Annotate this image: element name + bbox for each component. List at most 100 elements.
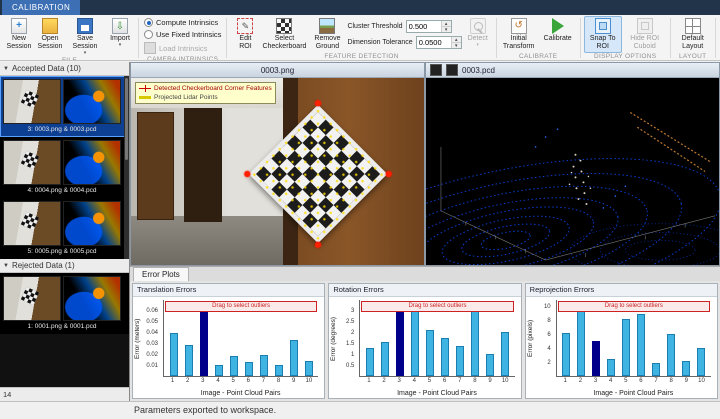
bar-pair-6[interactable]: [637, 314, 645, 376]
bar-pair-4[interactable]: [215, 365, 223, 376]
remove-ground-button[interactable]: Remove Ground: [308, 16, 346, 53]
point-cloud-view[interactable]: [426, 78, 719, 265]
cluster-threshold-label: Cluster Threshold: [347, 23, 402, 30]
select-checkerboard-button[interactable]: Select Checkerboard: [261, 16, 307, 53]
calibrate-play-icon: [552, 18, 564, 34]
new-session-button[interactable]: New Session: [4, 16, 34, 53]
bar-pair-2[interactable]: [381, 342, 389, 376]
x-tick-label: 3: [195, 378, 210, 386]
tab-calibration[interactable]: CALIBRATION: [2, 0, 80, 15]
browser-footer: 14: [0, 387, 129, 401]
bar-pair-3[interactable]: [200, 310, 208, 376]
tab-error-plots[interactable]: Error Plots: [133, 267, 189, 281]
cluster-threshold-input[interactable]: [407, 21, 441, 32]
checkerboard-thumb-icon: [21, 212, 40, 231]
bar-pair-8[interactable]: [275, 365, 283, 376]
bar-pair-5[interactable]: [230, 356, 238, 376]
rejected-data-header[interactable]: ▼ Rejected Data (1): [0, 259, 129, 273]
list-item[interactable]: 4: 0004.png & 0004.pcd: [0, 137, 129, 198]
default-layout-button[interactable]: Default Layout: [674, 16, 712, 53]
bar-pair-9[interactable]: [486, 354, 494, 376]
edit-roi-label: Edit ROI: [232, 35, 258, 51]
x-tick-label: 10: [694, 378, 709, 386]
edit-roi-button[interactable]: Edit ROI: [230, 16, 260, 53]
y-tick-label: 2: [547, 360, 550, 366]
bar-pair-6[interactable]: [441, 338, 449, 376]
bar-pair-5[interactable]: [622, 319, 630, 376]
status-message: Parameters exported to workspace.: [134, 405, 276, 415]
calibrate-button[interactable]: Calibrate: [539, 16, 577, 45]
chevron-down-icon: ▼: [3, 66, 9, 72]
camera-image-view[interactable]: Detected Checkerboard Corner Features Pr…: [131, 78, 424, 265]
y-tick-label: 0.04: [146, 330, 158, 336]
file-section-label: FILE: [4, 57, 135, 61]
open-session-button[interactable]: Open Session: [35, 16, 65, 53]
bar-pair-10[interactable]: [697, 348, 705, 376]
vertical-scrollbar[interactable]: [124, 76, 129, 259]
dimension-tolerance-stepper[interactable]: ▲▼: [451, 37, 461, 48]
list-item[interactable]: 5: 0005.png & 0005.pcd: [0, 198, 129, 259]
rotate-tool-icon[interactable]: [446, 64, 458, 76]
compute-intrinsics-radio[interactable]: Compute Intrinsics: [144, 18, 221, 27]
dimension-tolerance-input[interactable]: [417, 37, 451, 48]
bar-pair-1[interactable]: [366, 348, 374, 376]
list-item[interactable]: 3: 0003.png & 0003.pcd: [0, 76, 129, 137]
bar-pair-3[interactable]: [592, 341, 600, 376]
use-fixed-intrinsics-label: Use Fixed Intrinsics: [156, 30, 221, 39]
outlier-selection-banner[interactable]: Drag to select outliers: [361, 301, 513, 312]
x-tick-label: 2: [376, 378, 391, 386]
bar-pair-7[interactable]: [260, 355, 268, 376]
bar-pair-3[interactable]: [396, 309, 404, 376]
legend-lidar-points-label: Projected Lidar Points: [154, 93, 218, 102]
bar-pair-5[interactable]: [426, 330, 434, 376]
list-item[interactable]: 1: 0001.png & 0001.pcd: [0, 273, 129, 334]
point-cloud-canvas[interactable]: [426, 78, 719, 265]
bar-pair-2[interactable]: [185, 345, 193, 376]
save-session-button[interactable]: Save Session ▾: [66, 16, 104, 57]
save-icon: [77, 18, 93, 34]
accepted-data-header[interactable]: ▼ Accepted Data (10): [0, 62, 129, 76]
point-cloud-panel-title-bar[interactable]: 0003.pcd: [426, 63, 719, 78]
bar-pair-4[interactable]: [411, 305, 419, 376]
outlier-selection-banner[interactable]: Drag to select outliers: [165, 301, 317, 312]
initial-transform-button[interactable]: Initial Transform: [500, 16, 538, 53]
image-panel-title-bar[interactable]: 0003.png: [131, 63, 424, 78]
x-tick-label: 8: [664, 378, 679, 386]
bar-pair-6[interactable]: [245, 362, 253, 376]
plot-axes[interactable]: Drag to select outliers: [163, 300, 318, 377]
bar-pair-1[interactable]: [562, 333, 570, 376]
x-tick-label: 8: [271, 378, 286, 386]
view-tool-icon[interactable]: [430, 64, 442, 76]
cluster-threshold-stepper[interactable]: ▲▼: [441, 21, 451, 32]
bar-pair-4[interactable]: [607, 359, 615, 376]
checkerboard-thumb-icon: [21, 90, 40, 109]
bar-pair-8[interactable]: [667, 334, 675, 376]
bar-pair-9[interactable]: [682, 361, 690, 376]
bar-pair-9[interactable]: [290, 340, 298, 376]
x-tick-label: 10: [301, 378, 316, 386]
bar-pair-10[interactable]: [305, 361, 313, 376]
ribbon-section-camera-intrinsics: Compute Intrinsics Use Fixed Intrinsics …: [140, 16, 225, 60]
scrollbar-thumb[interactable]: [125, 78, 128, 160]
bar-pair-7[interactable]: [652, 363, 660, 376]
bar-pair-7[interactable]: [456, 346, 464, 376]
item-label: 3: 0003.png & 0003.pcd: [3, 124, 121, 136]
bar-pair-8[interactable]: [471, 311, 479, 376]
section-divider: [670, 18, 671, 58]
spin-down-icon[interactable]: ▼: [452, 43, 461, 48]
plot-axes[interactable]: Drag to select outliers: [556, 300, 711, 377]
roi-cuboid-icon: [637, 18, 653, 34]
bar-pair-1[interactable]: [170, 333, 178, 376]
snap-to-roi-button[interactable]: Snap To ROI: [584, 16, 622, 53]
bar-pair-2[interactable]: [577, 310, 585, 376]
bar-pair-10[interactable]: [501, 332, 509, 377]
chart-plot-area: Error (pixels) 246810 Drag to select out…: [526, 297, 717, 398]
outlier-selection-banner[interactable]: Drag to select outliers: [558, 301, 710, 312]
load-intrinsics-button: Load Intrinsics: [144, 42, 221, 54]
hide-roi-cuboid-label: Hide ROI Cuboid: [625, 35, 665, 51]
plot-axes[interactable]: Drag to select outliers: [359, 300, 514, 377]
translation-errors-chart: Translation Errors Error (meters) 0.010.…: [132, 283, 325, 399]
use-fixed-intrinsics-radio[interactable]: Use Fixed Intrinsics: [144, 30, 221, 39]
import-button[interactable]: Import ▾: [105, 16, 135, 49]
spin-down-icon[interactable]: ▼: [442, 27, 451, 32]
